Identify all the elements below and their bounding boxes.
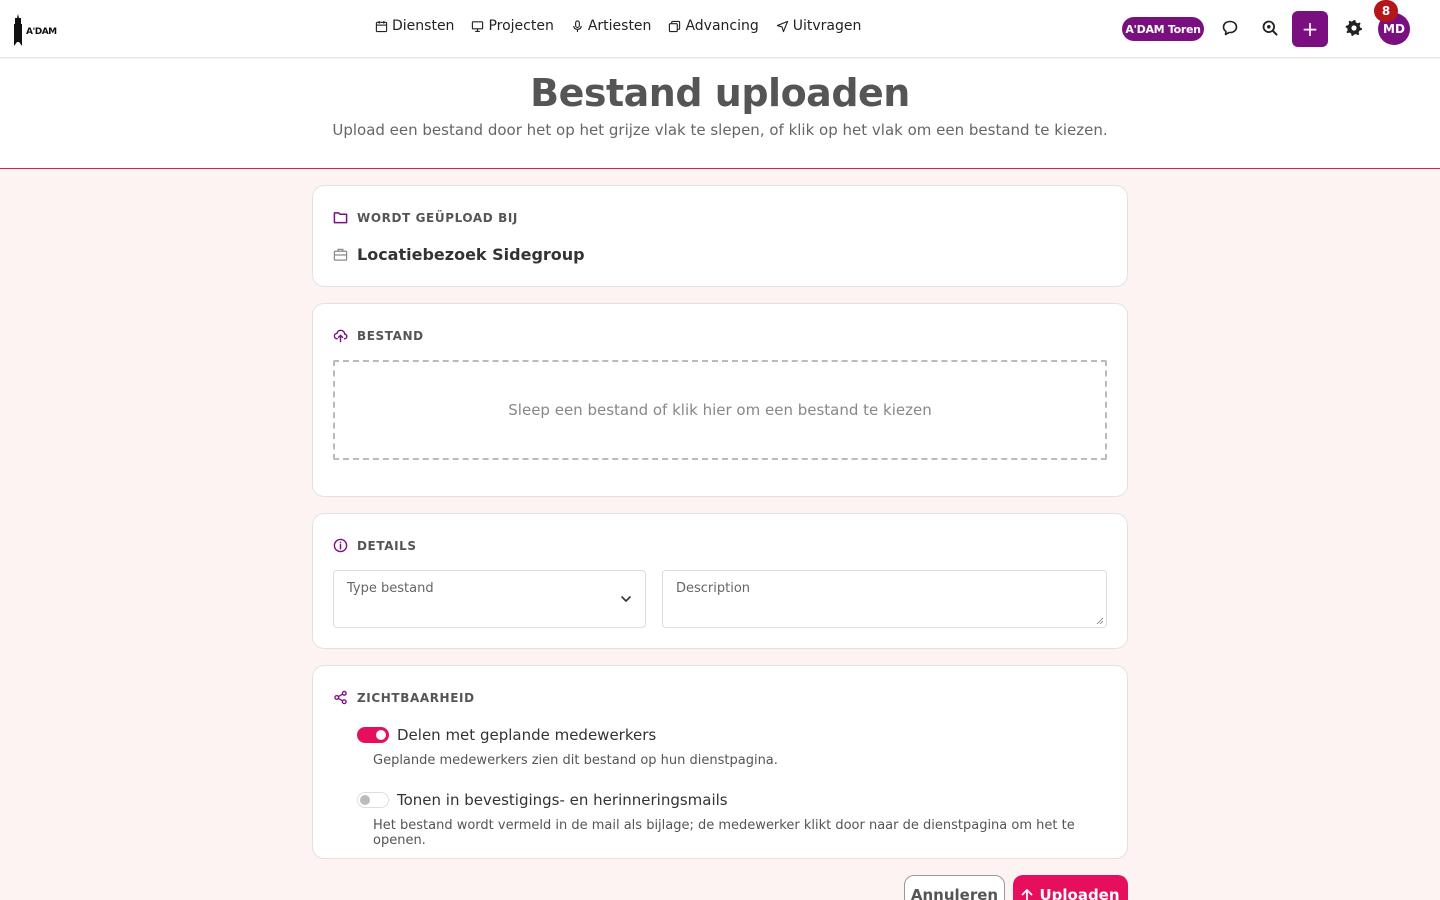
nav-uitvragen[interactable]: Uitvragen (776, 18, 862, 34)
upload-target: Locatiebezoek Sidegroup (333, 245, 585, 264)
upload-target-name: Locatiebezoek Sidegroup (357, 245, 585, 264)
share-toggle-row: Delen met geplande medewerkers (357, 726, 656, 744)
arrow-up-icon (1022, 889, 1033, 900)
nav-advancing[interactable]: Advancing (668, 18, 759, 34)
nav-diensten[interactable]: Diensten (375, 18, 454, 34)
visibility-label: ZICHTBAARHEID (357, 690, 475, 705)
notification-badge[interactable]: 8 (1374, 0, 1398, 22)
nav-artiesten-label: Artiesten (587, 18, 652, 34)
chat-bubble-icon (1222, 20, 1238, 36)
share-toggle[interactable] (357, 727, 389, 743)
monitor-icon (472, 20, 484, 32)
visibility-heading: ZICHTBAARHEID (333, 690, 475, 705)
settings-button[interactable] (1342, 16, 1366, 40)
file-type-select[interactable]: Type bestand (333, 570, 646, 628)
upload-button[interactable]: Uploaden (1013, 875, 1128, 900)
details-card: DETAILS Type bestand Description (312, 513, 1128, 649)
main-nav: Diensten Projecten Artiesten Advancing U… (375, 18, 861, 34)
info-icon (333, 538, 348, 553)
top-navigation-bar: A'DAM Diensten Projecten Artiesten Advan… (0, 0, 1440, 58)
add-button[interactable]: + (1292, 11, 1328, 47)
mail-toggle-row: Tonen in bevestigings- en herinneringsma… (357, 791, 728, 809)
mail-toggle[interactable] (357, 792, 389, 808)
nav-artiesten[interactable]: Artiesten (571, 18, 652, 34)
cancel-button[interactable]: Annuleren (904, 875, 1005, 900)
share-toggle-help: Geplande medewerkers zien dit bestand op… (373, 753, 778, 768)
adam-tower-icon (14, 14, 22, 46)
search-icon (1262, 20, 1278, 36)
file-type-placeholder: Type bestand (347, 581, 434, 596)
page-header: Bestand uploaden Upload een bestand door… (0, 59, 1440, 169)
file-heading: BESTAND (333, 328, 424, 343)
briefcase-icon (333, 248, 348, 261)
details-heading: DETAILS (333, 538, 417, 553)
nav-projecten-label: Projecten (488, 18, 554, 34)
nav-uitvragen-label: Uitvragen (792, 18, 862, 34)
microphone-icon (573, 19, 582, 32)
description-placeholder: Description (676, 581, 751, 596)
file-card: BESTAND Sleep een bestand of klik hier o… (312, 303, 1128, 497)
location-badge[interactable]: A'DAM Toren (1122, 17, 1204, 41)
nav-diensten-label: Diensten (392, 18, 455, 34)
search-button[interactable] (1258, 16, 1282, 40)
nav-projecten[interactable]: Projecten (471, 18, 554, 34)
folder-icon (333, 212, 348, 224)
uploaded-to-label: WORDT GEÜPLOAD BIJ (357, 210, 518, 225)
description-textarea[interactable]: Description (662, 570, 1107, 628)
upload-button-label: Uploaden (1039, 886, 1120, 900)
plus-icon: + (1301, 17, 1319, 41)
calendar-icon (375, 20, 388, 32)
mail-toggle-help: Het bestand wordt vermeld in de mail als… (373, 818, 1075, 848)
file-dropzone[interactable]: Sleep een bestand of klik hier om een be… (333, 360, 1107, 460)
send-icon (776, 20, 788, 32)
gear-icon (1345, 20, 1362, 36)
nav-advancing-label: Advancing (685, 18, 759, 34)
page-title: Bestand uploaden (530, 71, 910, 115)
share-toggle-label: Delen met geplande medewerkers (397, 726, 657, 744)
chat-button[interactable] (1218, 16, 1242, 40)
visibility-card: ZICHTBAARHEID Delen met geplande medewer… (312, 665, 1128, 859)
logo-text: A'DAM (26, 27, 57, 37)
page-subtitle: Upload een bestand door het op het grijz… (332, 121, 1108, 139)
adam-logo[interactable]: A'DAM (12, 14, 57, 46)
details-label: DETAILS (357, 538, 417, 553)
cloud-upload-icon (333, 329, 348, 343)
uploaded-to-card: WORDT GEÜPLOAD BIJ Locatiebezoek Sidegro… (312, 185, 1128, 287)
file-label: BESTAND (357, 328, 424, 343)
resize-grip-icon[interactable] (1096, 617, 1104, 625)
share-icon (334, 690, 347, 705)
mail-toggle-label: Tonen in bevestigings- en herinneringsma… (397, 791, 728, 809)
copy-icon (669, 20, 681, 32)
uploaded-to-heading: WORDT GEÜPLOAD BIJ (333, 210, 518, 225)
chevron-down-icon (621, 596, 631, 602)
